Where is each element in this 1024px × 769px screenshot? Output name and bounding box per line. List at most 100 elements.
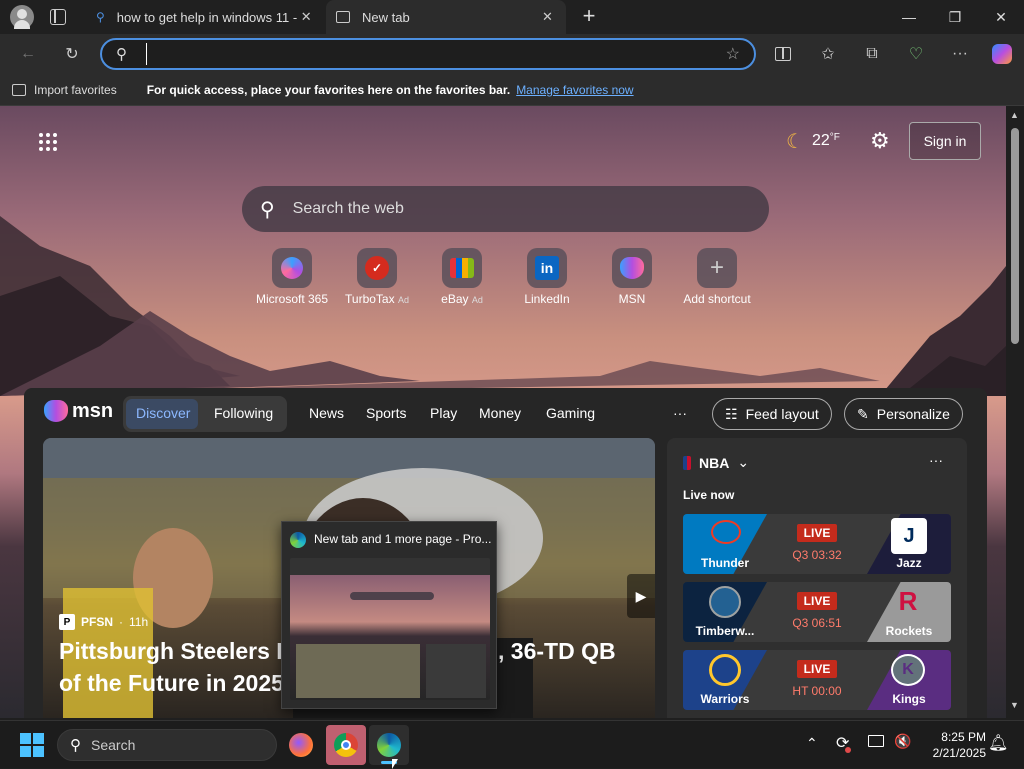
- weather-temp: 22: [811, 132, 830, 149]
- page-settings-icon[interactable]: ⚙: [870, 128, 890, 154]
- edge-app[interactable]: [369, 725, 409, 765]
- next-story-button[interactable]: ▶: [627, 574, 655, 618]
- shortcut-msn[interactable]: MSN: [592, 248, 672, 306]
- taskbar-thumbnail-preview[interactable]: New tab and 1 more page - Pro...: [281, 521, 497, 709]
- update-icon[interactable]: ⟳: [836, 733, 852, 753]
- tab-help[interactable]: ⚲ how to get help in windows 11 - S ✕: [86, 0, 324, 34]
- notifications-bell-icon[interactable]: 🔔︎: [988, 733, 1008, 753]
- apps-launcher-icon[interactable]: [38, 132, 58, 152]
- close-tab-icon[interactable]: ✕: [542, 9, 553, 25]
- personalize-label: Personalize: [876, 406, 950, 422]
- settings-more-icon[interactable]: ···: [948, 42, 972, 66]
- favorite-star-icon[interactable]: ☆: [726, 44, 740, 64]
- preview-title: New tab and 1 more page - Pro...: [314, 532, 492, 546]
- nav-money[interactable]: Money: [479, 405, 521, 421]
- nba-header[interactable]: NBA ⌄: [683, 454, 749, 471]
- scroll-down-arrow[interactable]: ▼: [1010, 700, 1019, 710]
- shortcut-microsoft365[interactable]: Microsoft 365: [252, 248, 332, 306]
- nav-play[interactable]: Play: [430, 405, 457, 421]
- edge-icon: [377, 733, 401, 757]
- windows-logo-icon: [20, 733, 44, 757]
- away-team-name: Kings: [892, 692, 926, 706]
- story-title-line1: Pittsburgh Steelers P: [59, 638, 292, 665]
- sign-in-button[interactable]: Sign in: [909, 122, 981, 160]
- personalize-button[interactable]: ✎ Personalize: [844, 398, 963, 430]
- minimize-button[interactable]: —: [886, 0, 932, 34]
- shortcut-label: eBay: [441, 292, 469, 306]
- new-tab-page-icon: [336, 11, 350, 23]
- tab-title: New tab: [362, 9, 410, 25]
- nav-news[interactable]: News: [309, 405, 344, 421]
- tab-strip: ⚲ how to get help in windows 11 - S ✕ Ne…: [0, 0, 1024, 34]
- windows-taskbar: ⚲ Search ⌃ ⟳ 🔇 8:25 PM 2/21/2025 🔔︎: [0, 720, 1024, 769]
- back-button[interactable]: ←: [16, 42, 40, 66]
- taskbar-search[interactable]: ⚲ Search: [57, 729, 277, 761]
- game-card[interactable]: Thunder LIVE Q3 03:32 J Jazz: [683, 514, 951, 574]
- close-window-button[interactable]: ✕: [978, 0, 1024, 34]
- refresh-button[interactable]: ↻: [60, 42, 84, 66]
- msn-butterfly-icon: [44, 400, 68, 422]
- game-card[interactable]: Timberw... LIVE Q3 06:51 R Rockets: [683, 582, 951, 642]
- nba-widget: NBA ⌄ ··· Live now Thunder LIVE Q3 03:32…: [667, 438, 967, 718]
- manage-favorites-link[interactable]: Manage favorites now: [516, 83, 633, 97]
- navigation-toolbar: ← ↻ ⚲ ☆ ✩ ⧉ ♡ ···: [0, 34, 1024, 74]
- clock[interactable]: 8:25 PM 2/21/2025: [922, 729, 986, 761]
- shortcut-linkedin[interactable]: in LinkedIn: [507, 248, 587, 306]
- nav-more[interactable]: ···: [673, 405, 687, 421]
- address-bar[interactable]: ⚲ ☆: [100, 38, 756, 70]
- game-clock: HT 00:00: [792, 684, 842, 698]
- profile-avatar[interactable]: [10, 5, 34, 29]
- game-card[interactable]: Warriors LIVE HT 00:00 K Kings: [683, 650, 951, 710]
- nav-sports[interactable]: Sports: [366, 405, 406, 421]
- feed-layout-label: Feed layout: [745, 406, 819, 422]
- shortcut-turbotax[interactable]: ✓ TurboTax Ad: [337, 248, 417, 306]
- search-icon: ⚲: [260, 198, 275, 221]
- moon-icon: ☾: [786, 130, 804, 153]
- nav-discover[interactable]: Discover: [136, 405, 190, 421]
- away-team-name: Rockets: [885, 624, 933, 638]
- import-favorites-icon: [12, 83, 26, 96]
- favorites-icon[interactable]: ✩: [816, 42, 840, 66]
- nba-more-button[interactable]: ···: [929, 452, 943, 468]
- msn-logo[interactable]: msn: [44, 396, 113, 426]
- split-screen-icon[interactable]: [771, 42, 795, 66]
- jazz-logo-icon: J: [891, 518, 927, 554]
- feed-layout-button[interactable]: ☷ Feed layout: [712, 398, 832, 430]
- add-shortcut-button[interactable]: + Add shortcut: [677, 248, 757, 306]
- chrome-app[interactable]: [326, 725, 366, 765]
- search-placeholder: Search the web: [292, 200, 404, 217]
- tab-new[interactable]: New tab ✕: [326, 0, 566, 34]
- warriors-logo-icon: [709, 654, 741, 686]
- browser-essentials-icon[interactable]: ♡: [904, 42, 928, 66]
- rockets-logo-icon: R: [898, 586, 918, 616]
- close-tab-icon[interactable]: ✕: [301, 9, 312, 25]
- volume-muted-icon[interactable]: 🔇: [894, 733, 911, 750]
- nav-gaming[interactable]: Gaming: [546, 405, 595, 421]
- scroll-thumb[interactable]: [1011, 128, 1019, 344]
- new-tab-button[interactable]: +: [578, 4, 600, 28]
- start-button[interactable]: [20, 733, 44, 757]
- page-scrollbar[interactable]: ▲ ▼: [1006, 106, 1024, 718]
- copilot-icon[interactable]: [990, 42, 1014, 66]
- live-now-label: Live now: [683, 488, 735, 502]
- weather-unit: °F: [829, 132, 840, 143]
- network-icon[interactable]: [868, 735, 884, 747]
- web-search-box[interactable]: ⚲ Search the web: [242, 186, 769, 232]
- microsoft365-icon: [281, 257, 303, 279]
- firefox-app[interactable]: [281, 725, 321, 765]
- story-title-tail: , 36-TD QB: [498, 638, 616, 665]
- search-icon: ⚲: [96, 10, 105, 24]
- favorites-message: For quick access, place your favorites h…: [146, 82, 511, 97]
- collections-icon[interactable]: ⧉: [860, 42, 884, 66]
- address-input[interactable]: [146, 43, 706, 65]
- weather-widget[interactable]: ☾ 22 °F: [786, 128, 840, 154]
- nav-following[interactable]: Following: [214, 405, 273, 421]
- shortcut-ebay[interactable]: eBay Ad: [422, 248, 502, 306]
- restore-button[interactable]: ❐: [932, 0, 978, 34]
- ad-badge: Ad: [471, 295, 483, 305]
- show-hidden-icons-button[interactable]: ⌃: [806, 735, 818, 752]
- shortcut-label: MSN: [618, 292, 646, 306]
- scroll-up-arrow[interactable]: ▲: [1010, 110, 1019, 120]
- tab-actions-icon[interactable]: [50, 9, 66, 25]
- import-favorites-button[interactable]: Import favorites: [34, 83, 117, 97]
